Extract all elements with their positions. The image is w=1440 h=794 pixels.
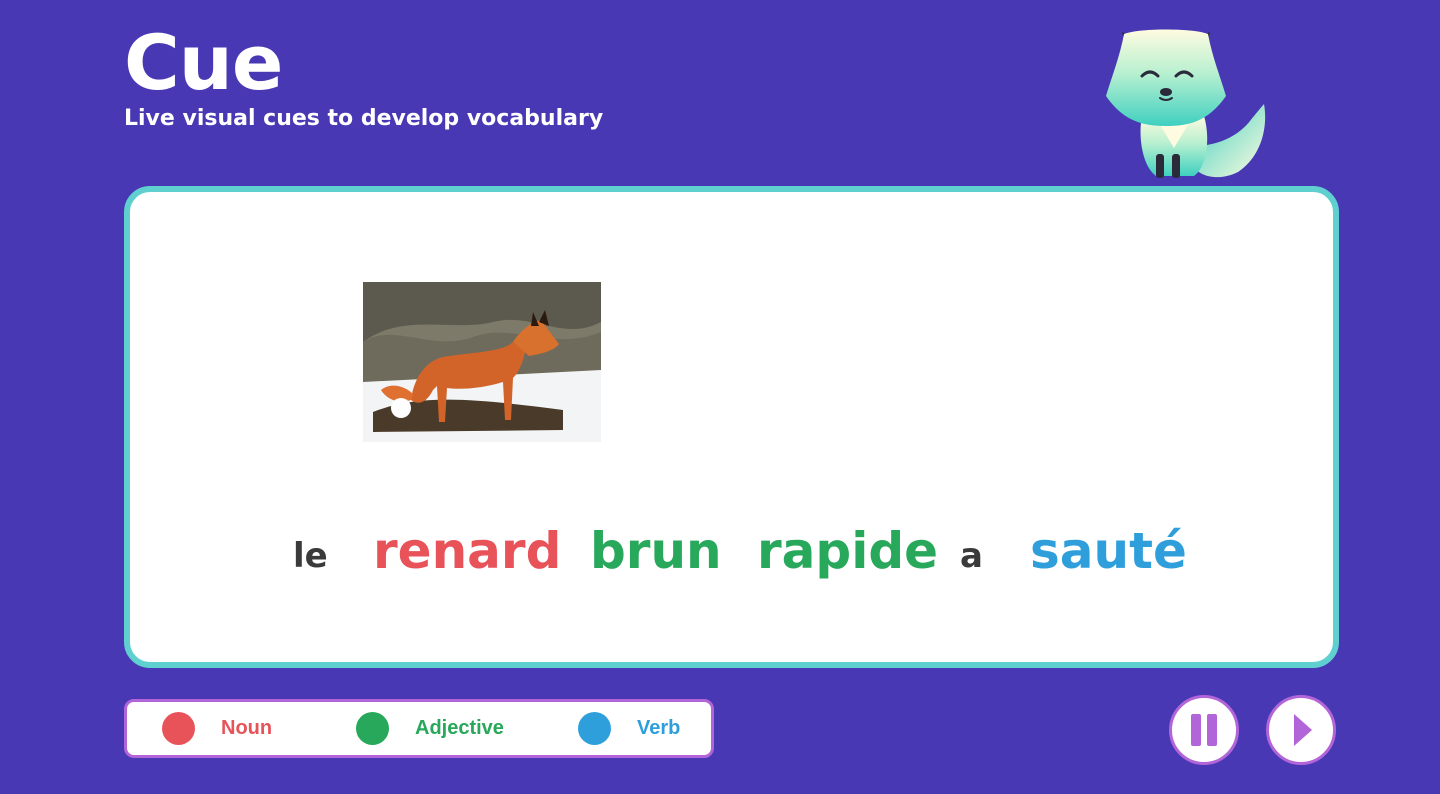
cue-card: le renard brun rapide a sauté: [124, 186, 1339, 668]
sentence-word-brun: brun: [590, 522, 722, 580]
sentence-word-le: le: [293, 536, 328, 576]
sentence-word-saute: sauté: [1030, 522, 1187, 580]
sentence-word-a: a: [960, 536, 983, 576]
legend-item-noun: Noun: [162, 702, 272, 755]
verb-color-dot: [578, 712, 611, 745]
play-button[interactable]: [1266, 695, 1336, 765]
app-title: Cue: [124, 18, 283, 107]
sentence-word-renard: renard: [373, 522, 562, 580]
sentence-word-rapide: rapide: [757, 522, 939, 580]
legend-label-verb: Verb: [637, 717, 681, 739]
header: Cue Live visual cues to develop vocabula…: [124, 22, 603, 132]
play-icon: [1294, 714, 1312, 746]
legend-item-adjective: Adjective: [356, 702, 504, 755]
noun-color-dot: [162, 712, 195, 745]
red-fox-in-snow-photo: [363, 282, 601, 442]
cue-sentence: le renard brun rapide a sauté: [130, 508, 1333, 580]
word-type-legend: Noun Adjective Verb: [124, 699, 714, 758]
fox-mascot-icon: [1098, 26, 1270, 182]
legend-item-verb: Verb: [578, 702, 680, 755]
app-subtitle: Live visual cues to develop vocabulary: [124, 106, 604, 131]
legend-label-noun: Noun: [221, 717, 273, 739]
pause-button[interactable]: [1169, 695, 1239, 765]
adjective-color-dot: [356, 712, 389, 745]
pause-icon: [1191, 714, 1217, 746]
legend-label-adjective: Adjective: [415, 717, 504, 739]
